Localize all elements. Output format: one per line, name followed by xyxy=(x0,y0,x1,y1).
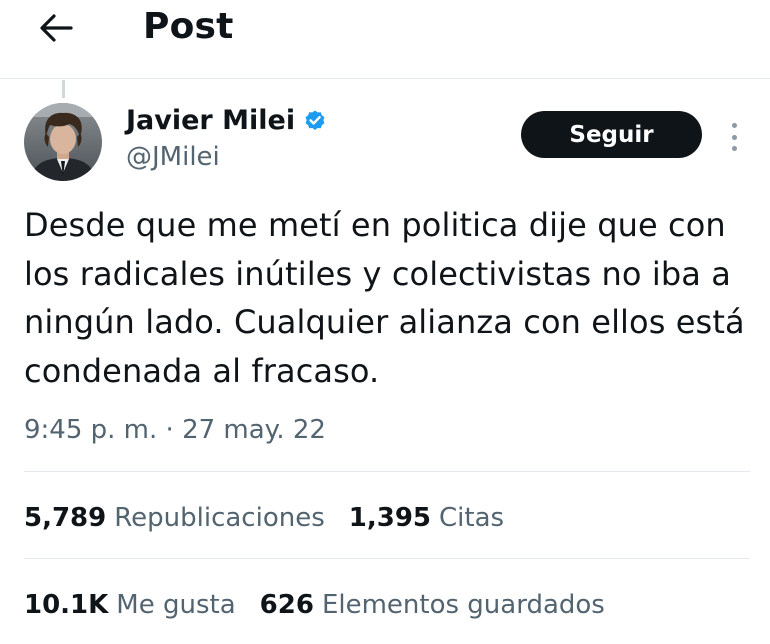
quotes-label: Citas xyxy=(439,503,505,533)
reposts-stat[interactable]: 5,789 Republicaciones xyxy=(24,500,325,536)
thread-connector-line xyxy=(62,80,65,98)
bookmarks-count: 626 xyxy=(259,590,314,620)
verified-badge-icon[interactable] xyxy=(303,109,327,133)
author-display-name[interactable]: Javier Milei xyxy=(126,104,295,138)
post-text: Desde que me metí en politica dije que c… xyxy=(24,206,745,390)
reposts-count: 5,789 xyxy=(24,503,107,533)
engagement-stats-row-1: 5,789 Republicaciones 1,395 Citas xyxy=(24,500,528,536)
reposts-label: Republicaciones xyxy=(114,503,325,533)
divider xyxy=(24,471,750,472)
arrow-left-icon xyxy=(40,14,73,42)
author-handle[interactable]: @JMilei xyxy=(126,140,220,174)
follow-button[interactable]: Seguir xyxy=(521,111,702,158)
likes-label: Me gusta xyxy=(116,590,236,620)
post-timestamp[interactable]: 9:45 p. m. · 27 may. 22 xyxy=(24,412,326,448)
more-options-icon[interactable] xyxy=(722,120,746,154)
likes-count: 10.1K xyxy=(24,590,109,620)
back-button[interactable] xyxy=(36,8,76,48)
likes-stat[interactable]: 10.1K Me gusta xyxy=(24,587,236,623)
quotes-stat[interactable]: 1,395 Citas xyxy=(349,500,504,536)
bookmarks-label: Elementos guardados xyxy=(321,590,605,620)
quotes-count: 1,395 xyxy=(348,503,432,533)
avatar[interactable] xyxy=(24,103,102,181)
bookmarks-stat[interactable]: 626 Elementos guardados xyxy=(260,587,605,623)
top-bar: Post xyxy=(0,0,770,79)
page-title: Post xyxy=(143,6,234,47)
author-name-row: Javier Milei xyxy=(126,104,327,138)
engagement-stats-row-2: 10.1K Me gusta 626 Elementos guardados xyxy=(24,587,629,623)
divider xyxy=(24,558,750,559)
